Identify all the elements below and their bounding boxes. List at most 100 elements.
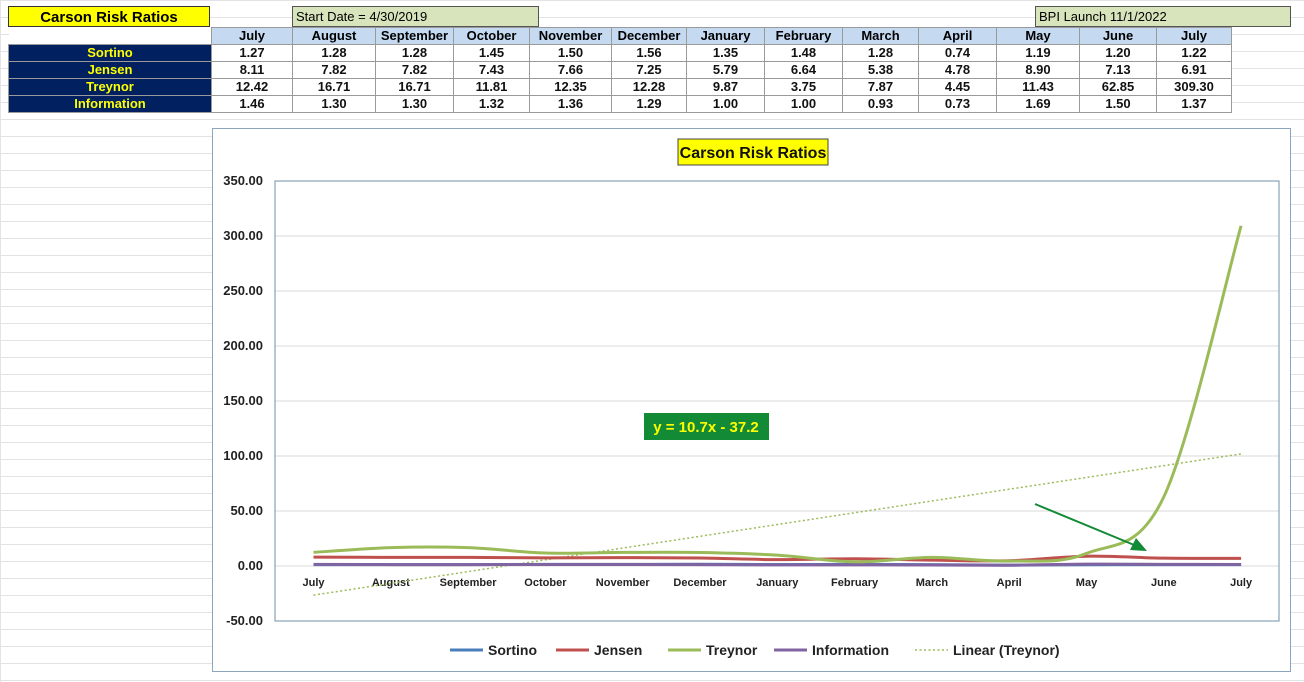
x-tick-label-6: January [756,577,799,589]
start-date-note[interactable]: Start Date = 4/30/2019 [292,6,539,27]
table-row: Information 1.46 1.30 1.30 1.32 1.36 1.29 1.00 1… [8,95,1232,113]
corner-cell[interactable] [8,27,212,45]
row-label-jensen[interactable]: Jensen [8,61,212,79]
value-cell[interactable]: 5.79 [686,61,765,79]
month-header-12[interactable]: July [1156,27,1232,45]
value-cell[interactable]: 309.30 [1156,78,1232,96]
x-tick-label-2: September [440,577,498,589]
y-tick-label-2: 250.00 [223,283,263,298]
annotation-arrow-line [1034,503,1140,548]
y-tick-label-4: 150.00 [223,393,263,408]
month-header-5[interactable]: December [611,27,687,45]
y-tick-label-6: 50.00 [230,503,263,518]
value-cell[interactable]: 4.45 [918,78,997,96]
value-cell[interactable]: 1.27 [211,44,293,62]
value-cell[interactable]: 8.11 [211,61,293,79]
x-tick-label-9: April [997,577,1022,589]
value-cell[interactable]: 1.36 [529,95,612,113]
value-cell[interactable]: 12.28 [611,78,687,96]
value-cell[interactable]: 1.69 [996,95,1080,113]
table-row: Sortino 1.27 1.28 1.28 1.45 1.50 1.56 1.35 1.48 1… [8,44,1232,62]
sheet-title[interactable]: Carson Risk Ratios [8,6,210,27]
row-label-information[interactable]: Information [8,95,212,113]
month-header-0[interactable]: July [211,27,293,45]
value-cell[interactable]: 6.91 [1156,61,1232,79]
x-tick-label-10: May [1076,577,1098,589]
month-header-11[interactable]: June [1079,27,1157,45]
value-cell[interactable]: 7.25 [611,61,687,79]
value-cell[interactable]: 7.82 [375,61,454,79]
y-tick-label-1: 300.00 [223,228,263,243]
chart-title: Carson Risk Ratios [680,145,827,162]
value-cell[interactable]: 7.87 [842,78,919,96]
y-tick-label-7: 0.00 [238,558,263,573]
value-cell[interactable]: 1.28 [375,44,454,62]
row-label-sortino[interactable]: Sortino [8,44,212,62]
x-tick-label-0: July [302,577,325,589]
trendline-equation: y = 10.7x - 37.2 [653,419,759,436]
value-cell[interactable]: 7.43 [453,61,530,79]
value-cell[interactable]: 16.71 [375,78,454,96]
x-tick-label-5: December [673,577,727,589]
value-cell[interactable]: 12.42 [211,78,293,96]
value-cell[interactable]: 1.45 [453,44,530,62]
x-tick-label-8: March [916,577,949,589]
value-cell[interactable]: 9.87 [686,78,765,96]
y-tick-label-8: -50.00 [226,613,263,628]
value-cell[interactable]: 1.37 [1156,95,1232,113]
value-cell[interactable]: 1.28 [292,44,376,62]
value-cell[interactable]: 1.50 [1079,95,1157,113]
value-cell[interactable]: 1.50 [529,44,612,62]
y-tick-label-3: 200.00 [223,338,263,353]
month-header-1[interactable]: August [292,27,376,45]
value-cell[interactable]: 6.64 [764,61,843,79]
value-cell[interactable]: 1.56 [611,44,687,62]
value-cell[interactable]: 1.29 [611,95,687,113]
trendline-treynor [313,453,1242,596]
row-label-treynor[interactable]: Treynor [8,78,212,96]
x-tick-label-12: July [1230,577,1253,589]
month-header-9[interactable]: April [918,27,997,45]
value-cell[interactable]: 0.74 [918,44,997,62]
value-cell[interactable]: 1.46 [211,95,293,113]
value-cell[interactable]: 1.19 [996,44,1080,62]
month-header-8[interactable]: March [842,27,919,45]
value-cell[interactable]: 1.30 [375,95,454,113]
value-cell[interactable]: 0.73 [918,95,997,113]
value-cell[interactable]: 8.90 [996,61,1080,79]
value-cell[interactable]: 1.48 [764,44,843,62]
value-cell[interactable]: 1.28 [842,44,919,62]
month-header-10[interactable]: May [996,27,1080,45]
y-tick-label-5: 100.00 [223,448,263,463]
bpi-launch-note[interactable]: BPI Launch 11/1/2022 [1035,6,1291,27]
value-cell[interactable]: 1.00 [764,95,843,113]
month-header-3[interactable]: October [453,27,530,45]
value-cell[interactable]: 0.93 [842,95,919,113]
series-line-information [313,562,1242,567]
value-cell[interactable]: 1.30 [292,95,376,113]
value-cell[interactable]: 1.00 [686,95,765,113]
chart-area[interactable]: 350.00 300.00 250.00 200.00 150.00 100.00 50.0… [212,128,1291,672]
value-cell[interactable]: 7.13 [1079,61,1157,79]
value-cell[interactable]: 12.35 [529,78,612,96]
value-cell[interactable]: 7.82 [292,61,376,79]
value-cell[interactable]: 11.81 [453,78,530,96]
value-cell[interactable]: 1.20 [1079,44,1157,62]
value-cell[interactable]: 1.32 [453,95,530,113]
value-cell[interactable]: 3.75 [764,78,843,96]
value-cell[interactable]: 1.35 [686,44,765,62]
value-cell[interactable]: 5.38 [842,61,919,79]
table-row: Jensen 8.11 7.82 7.82 7.43 7.66 7.25 5.79 6.64 5.… [8,61,1232,79]
month-header-6[interactable]: January [686,27,765,45]
value-cell[interactable]: 1.22 [1156,44,1232,62]
value-cell[interactable]: 16.71 [292,78,376,96]
month-header-2[interactable]: September [375,27,454,45]
month-header-7[interactable]: February [764,27,843,45]
value-cell[interactable]: 4.78 [918,61,997,79]
value-cell[interactable]: 7.66 [529,61,612,79]
x-tick-label-7: February [831,577,879,589]
value-cell[interactable]: 11.43 [996,78,1080,96]
value-cell[interactable]: 62.85 [1079,78,1157,96]
month-header-4[interactable]: November [529,27,612,45]
x-tick-label-11: June [1151,577,1177,589]
